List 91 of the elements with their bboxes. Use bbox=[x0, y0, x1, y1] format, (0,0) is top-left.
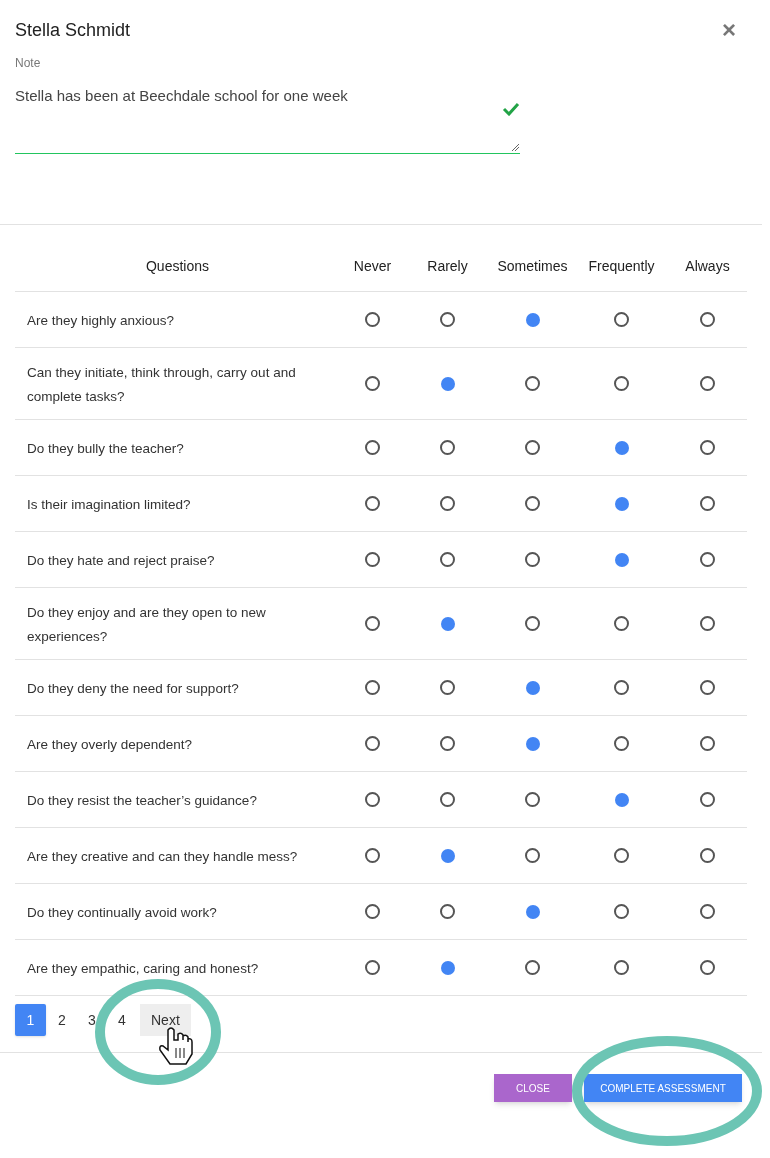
column-header: Rarely bbox=[427, 256, 468, 276]
radio-button[interactable] bbox=[614, 312, 629, 327]
radio-button[interactable] bbox=[700, 312, 715, 327]
radio-button[interactable] bbox=[614, 616, 629, 631]
radio-button[interactable] bbox=[525, 904, 540, 919]
radio-button[interactable] bbox=[700, 496, 715, 511]
radio-button[interactable] bbox=[525, 496, 540, 511]
question-text: Do they bully the teacher? bbox=[27, 440, 184, 456]
radio-button[interactable] bbox=[700, 616, 715, 631]
radio-button[interactable] bbox=[700, 440, 715, 455]
radio-button[interactable] bbox=[365, 736, 380, 751]
radio-button[interactable] bbox=[440, 440, 455, 455]
radio-button[interactable] bbox=[700, 680, 715, 695]
column-header: Frequently bbox=[588, 256, 655, 276]
radio-button[interactable] bbox=[525, 680, 540, 695]
radio-button[interactable] bbox=[614, 904, 629, 919]
page-button[interactable]: 1 bbox=[15, 1004, 46, 1036]
radio-button[interactable] bbox=[614, 552, 629, 567]
radio-button[interactable] bbox=[700, 552, 715, 567]
radio-button[interactable] bbox=[525, 736, 540, 751]
radio-button[interactable] bbox=[614, 680, 629, 695]
radio-button[interactable] bbox=[700, 848, 715, 863]
radio-button[interactable] bbox=[365, 792, 380, 807]
radio-button[interactable] bbox=[700, 960, 715, 975]
radio-button[interactable] bbox=[365, 440, 380, 455]
radio-button[interactable] bbox=[700, 792, 715, 807]
close-button[interactable]: CLOSE bbox=[494, 1074, 572, 1102]
complete-assessment-button[interactable]: COMPLETE ASSESSMENT bbox=[584, 1074, 742, 1102]
radio-button[interactable] bbox=[365, 848, 380, 863]
page-button[interactable]: 2 bbox=[48, 1004, 76, 1036]
question-text: Do they hate and reject praise? bbox=[27, 552, 215, 568]
question-text: Do they enjoy and are they open to new experiences? bbox=[27, 604, 266, 644]
radio-button[interactable] bbox=[525, 440, 540, 455]
radio-button[interactable] bbox=[525, 792, 540, 807]
radio-button[interactable] bbox=[614, 376, 629, 391]
question-text: Are they overly dependent? bbox=[27, 736, 193, 752]
page-button[interactable]: 3 bbox=[78, 1004, 106, 1036]
radio-button[interactable] bbox=[614, 496, 629, 511]
radio-button[interactable] bbox=[614, 792, 629, 807]
radio-button[interactable] bbox=[365, 496, 380, 511]
question-text: Do they continually avoid work? bbox=[27, 904, 217, 920]
check-icon bbox=[502, 102, 520, 116]
next-button[interactable]: Next bbox=[140, 1004, 191, 1036]
radio-button[interactable] bbox=[365, 312, 380, 327]
radio-button[interactable] bbox=[525, 552, 540, 567]
radio-button[interactable] bbox=[614, 960, 629, 975]
radio-button[interactable] bbox=[440, 680, 455, 695]
question-text: Do they resist the teacher’s guidance? bbox=[27, 792, 257, 808]
resize-handle-icon[interactable] bbox=[511, 143, 519, 151]
radio-button[interactable] bbox=[614, 440, 629, 455]
radio-button[interactable] bbox=[365, 680, 380, 695]
radio-button[interactable] bbox=[440, 736, 455, 751]
radio-button[interactable] bbox=[525, 616, 540, 631]
radio-button[interactable] bbox=[440, 616, 455, 631]
column-header: Never bbox=[353, 256, 392, 276]
radio-button[interactable] bbox=[525, 848, 540, 863]
radio-button[interactable] bbox=[365, 376, 380, 391]
question-text: Is their imagination limited? bbox=[27, 496, 191, 512]
radio-button[interactable] bbox=[365, 960, 380, 975]
dialog-title: Stella Schmidt bbox=[15, 18, 131, 42]
radio-button[interactable] bbox=[365, 552, 380, 567]
radio-button[interactable] bbox=[440, 496, 455, 511]
column-header: Questions bbox=[145, 256, 209, 276]
radio-button[interactable] bbox=[700, 904, 715, 919]
radio-button[interactable] bbox=[700, 376, 715, 391]
radio-button[interactable] bbox=[440, 312, 455, 327]
radio-button[interactable] bbox=[440, 848, 455, 863]
question-text: Are they highly anxious? bbox=[27, 312, 175, 328]
question-text: Are they creative and can they handle mess? bbox=[27, 848, 298, 864]
question-text: Can they initiate, think through, carry out and complete tasks? bbox=[27, 364, 296, 404]
note-label: Note bbox=[15, 55, 42, 72]
radio-button[interactable] bbox=[440, 376, 455, 391]
radio-button[interactable] bbox=[525, 960, 540, 975]
column-header: Sometimes bbox=[497, 256, 568, 276]
hand-cursor-icon bbox=[159, 1027, 193, 1065]
radio-button[interactable] bbox=[440, 960, 455, 975]
radio-button[interactable] bbox=[365, 616, 380, 631]
radio-button[interactable] bbox=[614, 736, 629, 751]
radio-button[interactable] bbox=[365, 904, 380, 919]
radio-button[interactable] bbox=[525, 312, 540, 327]
radio-button[interactable] bbox=[440, 792, 455, 807]
question-text: Are they empathic, caring and honest? bbox=[27, 960, 259, 976]
radio-button[interactable] bbox=[614, 848, 629, 863]
radio-button[interactable] bbox=[525, 376, 540, 391]
radio-button[interactable] bbox=[700, 736, 715, 751]
note-field[interactable]: Stella has been at Beechdale school for one week bbox=[15, 86, 520, 154]
page-button[interactable]: 4 bbox=[108, 1004, 136, 1036]
question-text: Do they deny the need for support? bbox=[27, 680, 239, 696]
column-header: Always bbox=[685, 256, 730, 276]
radio-button[interactable] bbox=[440, 904, 455, 919]
radio-button[interactable] bbox=[440, 552, 455, 567]
